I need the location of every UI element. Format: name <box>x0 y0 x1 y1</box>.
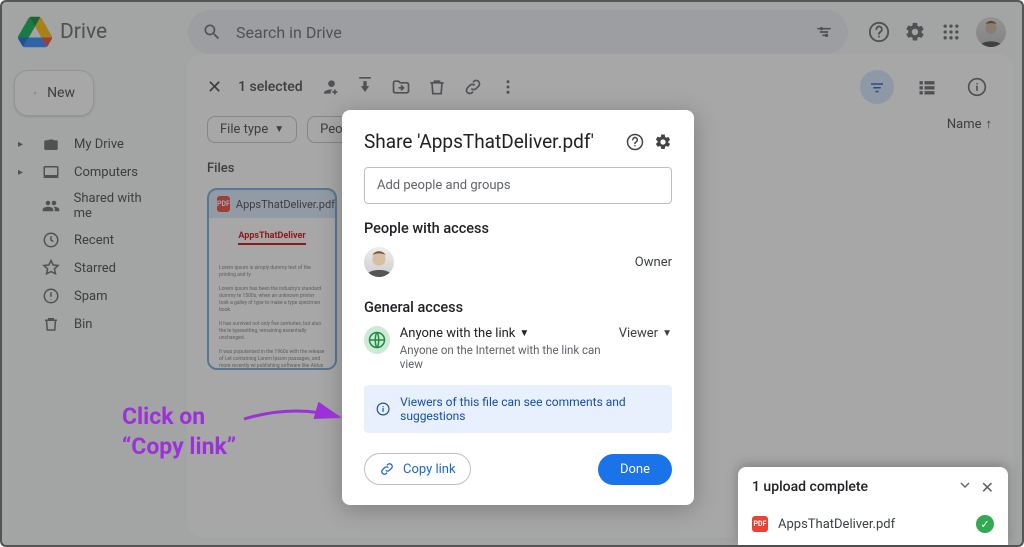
info-banner: Viewers of this file can see comments an… <box>364 385 672 433</box>
link-scope-dropdown[interactable]: Anyone with the link▼ <box>400 326 609 341</box>
info-icon <box>376 401 390 417</box>
public-icon <box>364 326 390 354</box>
link-icon <box>379 461 395 477</box>
modal-help-icon[interactable] <box>626 133 644 151</box>
annotation-text: Click on “Copy link” <box>122 402 236 462</box>
role-label: Viewer <box>619 326 658 341</box>
annotation-line1: Click on <box>122 402 236 432</box>
general-access-row: Anyone with the link▼ Anyone on the Inte… <box>364 326 672 371</box>
general-access-heading: General access <box>364 299 672 316</box>
done-button[interactable]: Done <box>598 454 672 485</box>
link-scope-label: Anyone with the link <box>400 326 516 341</box>
toast-file-name: AppsThatDeliver.pdf <box>778 517 895 532</box>
info-text: Viewers of this file can see comments an… <box>400 395 660 423</box>
copy-link-label: Copy link <box>403 462 456 477</box>
people-access-heading: People with access <box>364 220 672 237</box>
add-people-input[interactable]: Add people and groups <box>364 167 672 204</box>
role-dropdown[interactable]: Viewer▼ <box>619 326 672 341</box>
pdf-icon: PDF <box>752 516 768 532</box>
annotation-line2: “Copy link” <box>122 432 236 462</box>
link-scope-description: Anyone on the Internet with the link can… <box>400 343 609 371</box>
add-placeholder: Add people and groups <box>377 178 511 193</box>
modal-footer: Copy link Done <box>364 453 672 485</box>
copy-link-button[interactable]: Copy link <box>364 453 471 485</box>
toast-row[interactable]: PDF AppsThatDeliver.pdf ✓ <box>738 507 1008 545</box>
owner-role: Owner <box>635 255 672 270</box>
done-label: Done <box>620 462 650 477</box>
toast-close-icon[interactable]: ✕ <box>981 478 994 497</box>
owner-avatar <box>364 247 394 277</box>
annotation-arrow <box>239 399 349 439</box>
share-modal: Share 'AppsThatDeliver.pdf' Add people a… <box>342 110 694 505</box>
success-check-icon: ✓ <box>976 515 994 533</box>
upload-toast: 1 upload complete ✕ PDF AppsThatDeliver.… <box>738 467 1008 545</box>
modal-settings-icon[interactable] <box>654 133 672 151</box>
owner-row: Owner <box>364 247 672 277</box>
modal-title: Share 'AppsThatDeliver.pdf' <box>364 130 616 153</box>
toast-collapse-icon[interactable] <box>957 477 973 497</box>
toast-title: 1 upload complete <box>752 479 868 495</box>
